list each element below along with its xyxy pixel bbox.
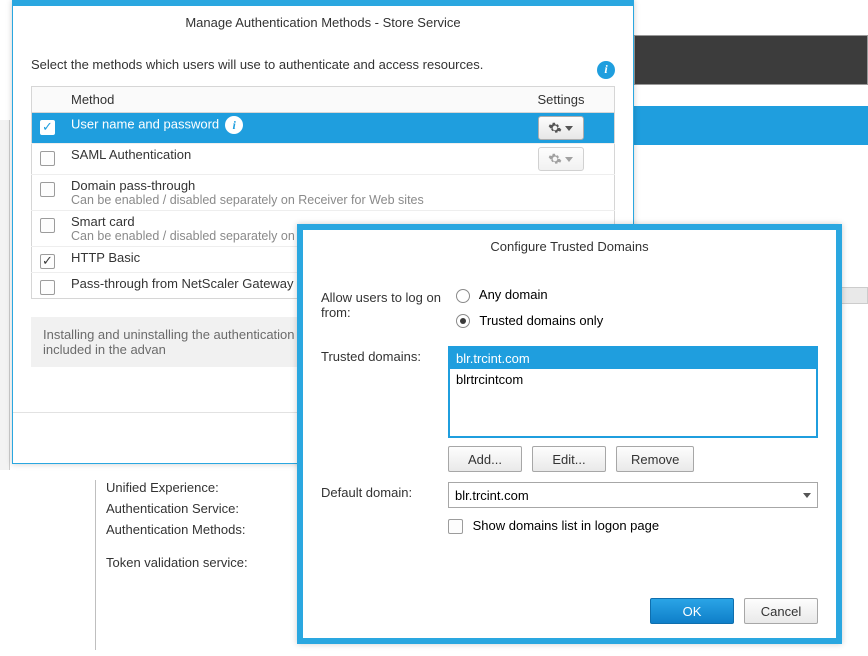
chevron-down-icon bbox=[803, 493, 811, 498]
radio-any[interactable]: Any domain bbox=[456, 287, 603, 303]
method-row[interactable]: Domain pass-throughCan be enabled / disa… bbox=[32, 175, 615, 211]
radio-any-dot[interactable] bbox=[456, 289, 470, 303]
method-label: Domain pass-through bbox=[71, 178, 522, 193]
default-domain-value: blr.trcint.com bbox=[455, 488, 529, 503]
bg-gray-bar bbox=[840, 287, 868, 304]
radio-trusted-dot[interactable] bbox=[456, 314, 470, 328]
domain-item[interactable]: blr.trcint.com bbox=[450, 348, 816, 369]
show-domains-checkbox[interactable] bbox=[448, 519, 463, 534]
bg-blue-row bbox=[634, 106, 868, 145]
method-checkbox[interactable] bbox=[40, 151, 55, 166]
show-domains-label: Show domains list in logon page bbox=[473, 518, 659, 533]
method-checkbox[interactable] bbox=[40, 218, 55, 233]
cancel-button[interactable]: Cancel bbox=[744, 598, 818, 624]
allow-label: Allow users to log on from: bbox=[321, 287, 456, 320]
default-domain-label: Default domain: bbox=[321, 482, 448, 500]
method-checkbox[interactable] bbox=[40, 280, 55, 295]
trusted-domains-title: Configure Trusted Domains bbox=[303, 230, 836, 262]
domain-item[interactable]: blrtrcintcom bbox=[450, 369, 816, 390]
method-label: SAML Authentication bbox=[71, 147, 522, 162]
method-subtext: Can be enabled / disabled separately on … bbox=[71, 193, 522, 207]
radio-trusted[interactable]: Trusted domains only bbox=[456, 313, 603, 329]
method-checkbox[interactable] bbox=[40, 120, 55, 135]
info-icon[interactable]: i bbox=[597, 61, 615, 79]
col-check bbox=[32, 87, 64, 113]
remove-button[interactable]: Remove bbox=[616, 446, 694, 472]
trusted-domains-label: Trusted domains: bbox=[321, 346, 448, 364]
method-row[interactable]: SAML Authentication bbox=[32, 144, 615, 175]
method-checkbox[interactable] bbox=[40, 182, 55, 197]
ok-button[interactable]: OK bbox=[650, 598, 734, 624]
method-label: User name and password bbox=[71, 117, 219, 132]
default-domain-combo[interactable]: blr.trcint.com bbox=[448, 482, 818, 508]
method-checkbox[interactable] bbox=[40, 254, 55, 269]
settings-gear-button[interactable] bbox=[538, 116, 584, 140]
settings-gear-button bbox=[538, 147, 584, 171]
radio-trusted-label: Trusted domains only bbox=[479, 313, 603, 328]
bg-left-edge bbox=[0, 120, 10, 470]
manage-auth-title: Manage Authentication Methods - Store Se… bbox=[13, 6, 633, 38]
radio-any-label: Any domain bbox=[479, 287, 548, 302]
info-icon[interactable]: i bbox=[225, 116, 243, 134]
intro-text: Select the methods which users will use … bbox=[31, 57, 483, 72]
method-row[interactable]: User name and password i bbox=[32, 113, 615, 144]
trusted-domains-list[interactable]: blr.trcint.comblrtrcintcom bbox=[448, 346, 818, 438]
trusted-domains-window: Configure Trusted Domains Allow users to… bbox=[297, 224, 842, 644]
edit-button[interactable]: Edit... bbox=[532, 446, 606, 472]
bg-dark-toolbar bbox=[634, 35, 868, 85]
col-settings: Settings bbox=[530, 87, 615, 113]
add-button[interactable]: Add... bbox=[448, 446, 522, 472]
col-method: Method bbox=[63, 87, 530, 113]
